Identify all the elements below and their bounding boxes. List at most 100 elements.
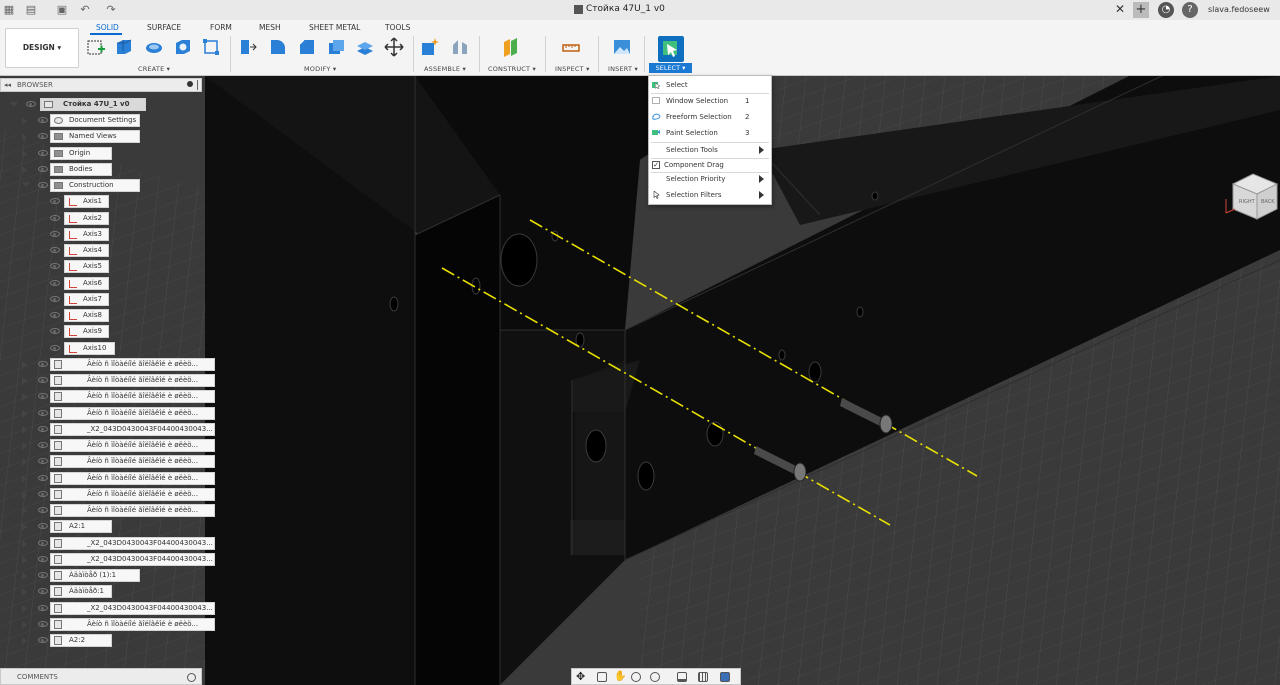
browser-node[interactable]: Âèíò ñ ïîòàéíîé ãîëîâêîé è øëèö... (50, 504, 215, 517)
fit-icon[interactable] (650, 672, 660, 682)
new-tab-icon[interactable]: + (1133, 2, 1149, 18)
select-group-label[interactable]: SELECT ▾ (649, 63, 692, 73)
expand-node-icon[interactable] (22, 458, 27, 466)
save-icon[interactable]: ▣ (55, 3, 69, 17)
expand-node-icon[interactable] (22, 133, 27, 141)
fillet-icon[interactable] (268, 37, 288, 57)
combine-icon[interactable] (355, 37, 375, 57)
visibility-eye-icon[interactable] (50, 247, 60, 253)
browser-node[interactable]: Âèíò ñ ïîòàéíîé ãîëîâêîé è øëèö... (50, 439, 215, 452)
comments-panel[interactable]: COMMENTS (0, 668, 202, 685)
visibility-eye-icon[interactable] (50, 231, 60, 237)
move-copy-create-icon[interactable] (201, 37, 221, 57)
browser-axis-item[interactable]: Axis7 (64, 293, 109, 306)
visibility-eye-icon[interactable] (38, 410, 48, 416)
browser-header[interactable]: ◂◂ BROWSER (0, 78, 202, 92)
browser-node[interactable]: Âèíò ñ ïîòàéíîé ãîëîâêîé è øëèö... (50, 455, 215, 468)
insert-image-icon[interactable] (612, 37, 632, 57)
visibility-eye-icon[interactable] (38, 572, 48, 578)
look-at-icon[interactable] (597, 672, 607, 682)
measure-icon[interactable] (561, 37, 581, 57)
view-cube[interactable]: RIGHT BACK (1225, 169, 1280, 224)
visibility-eye-icon[interactable] (38, 182, 48, 188)
browser-node[interactable]: _X2_043D0430043F04400430043... (50, 602, 215, 615)
browser-node[interactable]: Àäàïòåð (1):1 (50, 569, 140, 582)
expand-node-icon[interactable] (22, 621, 27, 629)
offset-plane-icon[interactable] (501, 37, 521, 57)
hole-icon[interactable] (173, 37, 193, 57)
browser-axis-item[interactable]: Axis6 (64, 277, 109, 290)
component-drag-checkbox[interactable]: ✓ (652, 161, 660, 169)
visibility-eye-icon[interactable] (50, 263, 60, 269)
insert-group-label[interactable]: INSERT ▾ (608, 65, 638, 73)
visibility-eye-icon[interactable] (38, 150, 48, 156)
grid-settings-icon[interactable] (698, 672, 708, 682)
visibility-eye-icon[interactable] (38, 507, 48, 513)
visibility-eye-icon[interactable] (38, 475, 48, 481)
browser-node[interactable]: Âèíò ñ ïîòàéíîé ãîëîâêîé è øëèö... (50, 390, 215, 403)
expand-node-icon[interactable] (22, 182, 30, 187)
expand-node-icon[interactable] (22, 475, 27, 483)
browser-node[interactable]: A2:2 (50, 634, 112, 647)
menu-item-selection-tools[interactable]: Selection Tools (649, 143, 771, 158)
zoom-icon[interactable] (631, 672, 641, 682)
visibility-eye-icon[interactable] (38, 361, 48, 367)
visibility-eye-icon[interactable] (50, 280, 60, 286)
browser-axis-item[interactable]: Axis3 (64, 228, 109, 241)
tab-mesh[interactable]: MESH (259, 23, 281, 32)
browser-node[interactable]: _X2_043D0430043F04400430043... (50, 423, 215, 436)
browser-root[interactable]: Стойка 47U_1 v0 (40, 98, 146, 111)
visibility-eye-icon[interactable] (38, 377, 48, 383)
menu-item-selection-filters[interactable]: Selection Filters (649, 188, 771, 203)
visibility-eye-icon[interactable] (38, 621, 48, 627)
expand-node-icon[interactable] (22, 426, 27, 434)
inspect-group-label[interactable]: INSPECT ▾ (555, 65, 590, 73)
file-menu-icon[interactable]: ▤ (24, 3, 38, 17)
create-group-label[interactable]: CREATE ▾ (138, 65, 170, 73)
browser-node[interactable]: Âèíò ñ ïîòàéíîé ãîëîâêîé è øëèö... (50, 472, 215, 485)
document-tab-title[interactable]: Стойка 47U_1 v0 (586, 4, 665, 14)
browser-node[interactable]: Construction (50, 179, 140, 192)
chamfer-icon[interactable] (297, 37, 317, 57)
visibility-eye-icon[interactable] (38, 133, 48, 139)
help-icon[interactable]: ? (1182, 2, 1198, 18)
menu-item-window-selection[interactable]: Window Selection 1 (649, 94, 771, 109)
select-tool-icon[interactable] (658, 36, 684, 62)
pan-icon[interactable]: ✋ (614, 672, 626, 682)
visibility-eye-icon[interactable] (50, 345, 60, 351)
redo-icon[interactable]: ↷ (104, 3, 118, 17)
browser-axis-item[interactable]: Axis8 (64, 309, 109, 322)
joint-icon[interactable] (450, 37, 470, 57)
expand-node-icon[interactable] (22, 637, 27, 645)
browser-node[interactable]: Âèíò ñ ïîòàéíîé ãîëîâêîé è øëèö... (50, 488, 215, 501)
visibility-eye-icon[interactable] (38, 605, 48, 611)
menu-item-selection-priority[interactable]: Selection Priority (649, 172, 771, 187)
browser-node[interactable]: _X2_043D0430043F04400430043... (50, 537, 215, 550)
new-component-icon[interactable] (420, 37, 440, 57)
tab-surface[interactable]: SURFACE (147, 23, 181, 32)
undo-icon[interactable]: ↶ (78, 3, 92, 17)
app-grid-icon[interactable]: ▦ (2, 3, 16, 17)
visibility-eye-icon[interactable] (38, 426, 48, 432)
extrude-icon[interactable] (114, 37, 134, 57)
expand-node-icon[interactable] (22, 588, 27, 596)
assemble-group-label[interactable]: ASSEMBLE ▾ (424, 65, 466, 73)
browser-node[interactable]: Âèíò ñ ïîòàéíîé ãîëîâêîé è øëèö... (50, 374, 215, 387)
press-pull-icon[interactable] (238, 37, 258, 57)
job-status-icon[interactable]: ◔ (1158, 2, 1174, 18)
workspace-switcher-button[interactable]: DESIGN ▾ (5, 28, 79, 68)
comments-add-icon[interactable] (187, 673, 196, 682)
create-sketch-icon[interactable] (86, 37, 106, 57)
tab-solid[interactable]: SOLID (96, 23, 119, 32)
browser-node[interactable]: A2:1 (50, 520, 112, 533)
close-tab-icon[interactable]: ✕ (1115, 2, 1125, 16)
modify-group-label[interactable]: MODIFY ▾ (304, 65, 336, 73)
visibility-eye-icon[interactable] (38, 556, 48, 562)
expand-node-icon[interactable] (22, 117, 27, 125)
visibility-eye-icon[interactable] (50, 198, 60, 204)
panel-resize-icon[interactable] (197, 80, 200, 90)
visibility-eye-icon[interactable] (38, 523, 48, 529)
visibility-eye-icon[interactable] (38, 166, 48, 172)
display-settings-icon[interactable] (677, 672, 687, 682)
visibility-eye-icon[interactable] (38, 540, 48, 546)
